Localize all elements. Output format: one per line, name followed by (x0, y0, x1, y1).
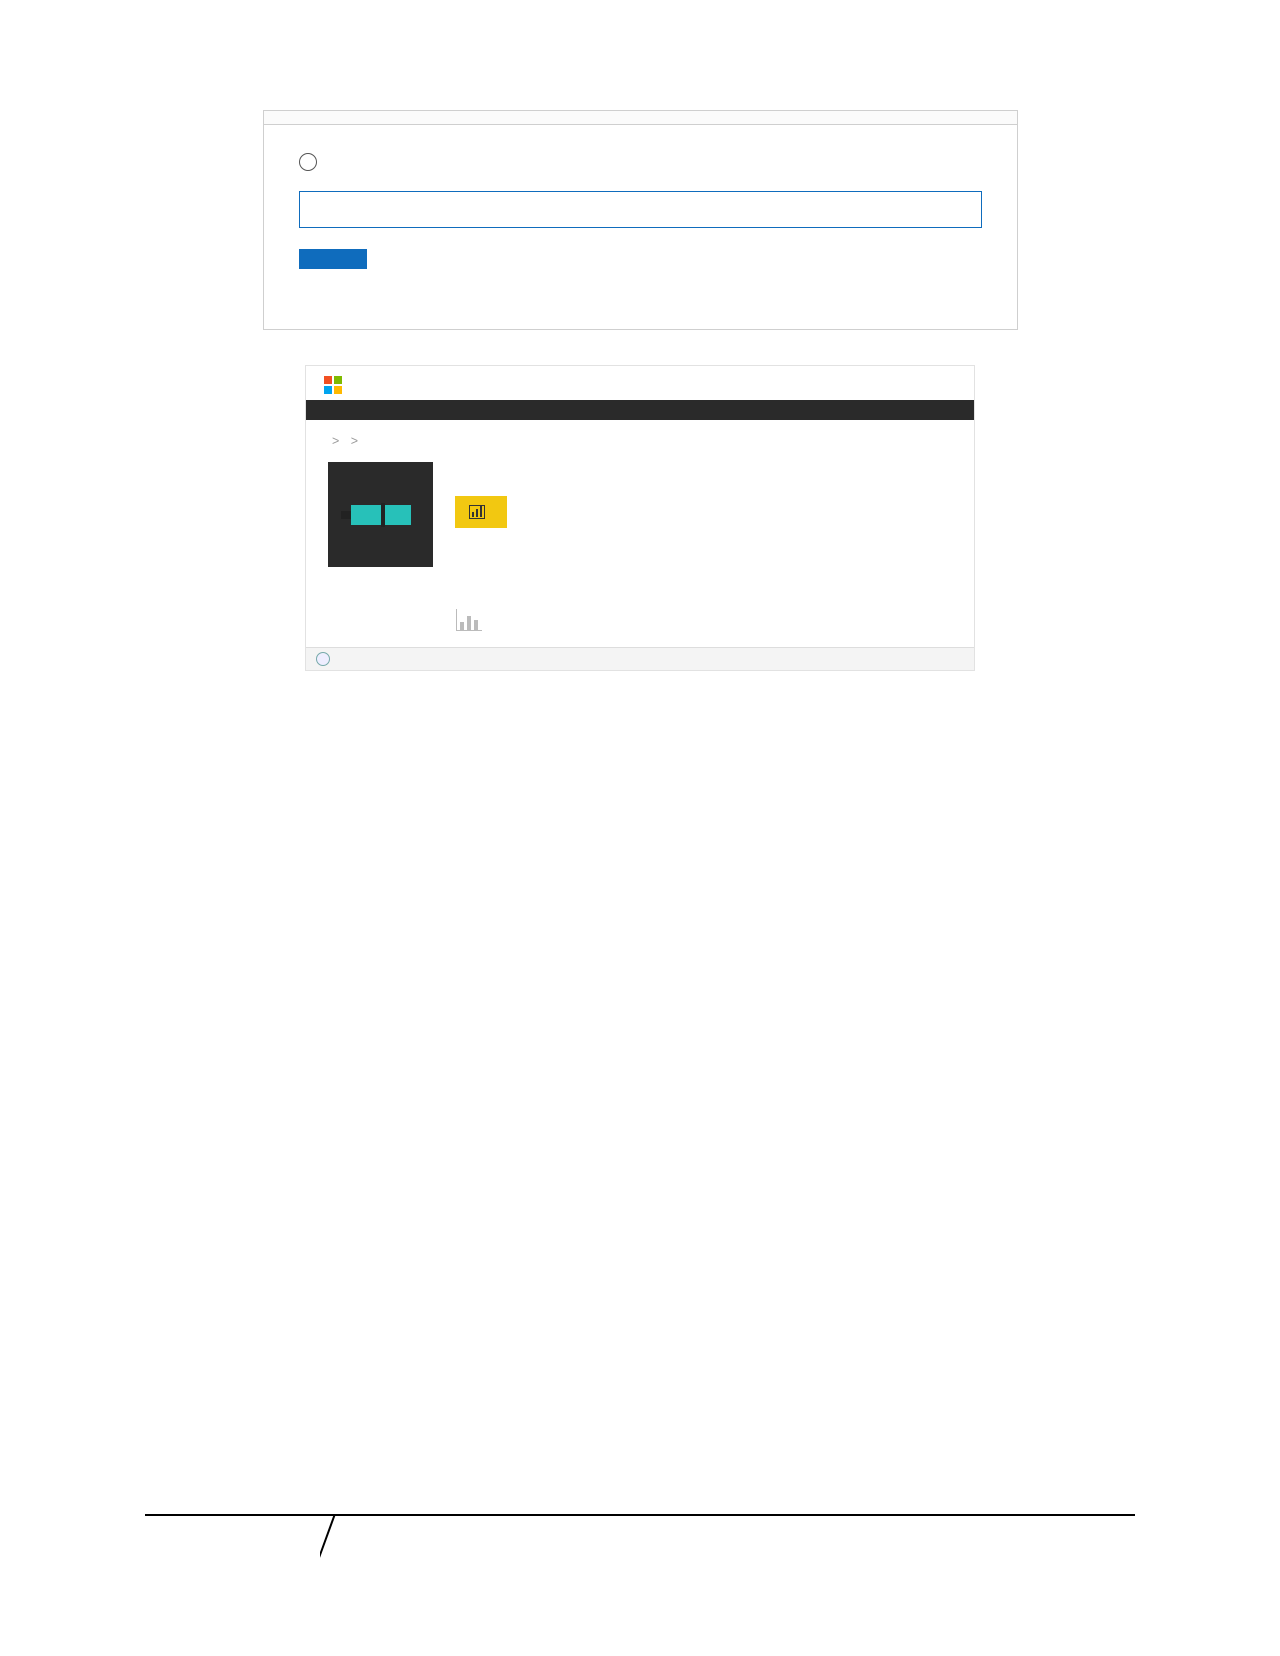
microsoft-logo-icon (324, 376, 342, 394)
download-bar[interactable] (306, 647, 974, 670)
info-icon (299, 153, 317, 171)
page-footer (145, 1514, 1135, 1566)
email-input[interactable] (299, 191, 982, 228)
download-file-icon (316, 652, 330, 666)
chapter-label (145, 1516, 320, 1566)
footer-separator (320, 1516, 350, 1566)
book-title (350, 1516, 1135, 1566)
breadcrumb: > > (306, 420, 974, 462)
figure-office-store: > > (305, 365, 975, 671)
bullet-chart-icon (351, 505, 411, 525)
store-navbar (306, 400, 974, 420)
product-thumbnail (328, 462, 433, 567)
sample-chart-icon (456, 609, 482, 631)
figure-appsource-dialog (263, 110, 1018, 330)
powerbi-icon (469, 505, 485, 519)
open-in-powerbi-button[interactable] (455, 496, 507, 528)
signin-button[interactable] (299, 249, 367, 269)
